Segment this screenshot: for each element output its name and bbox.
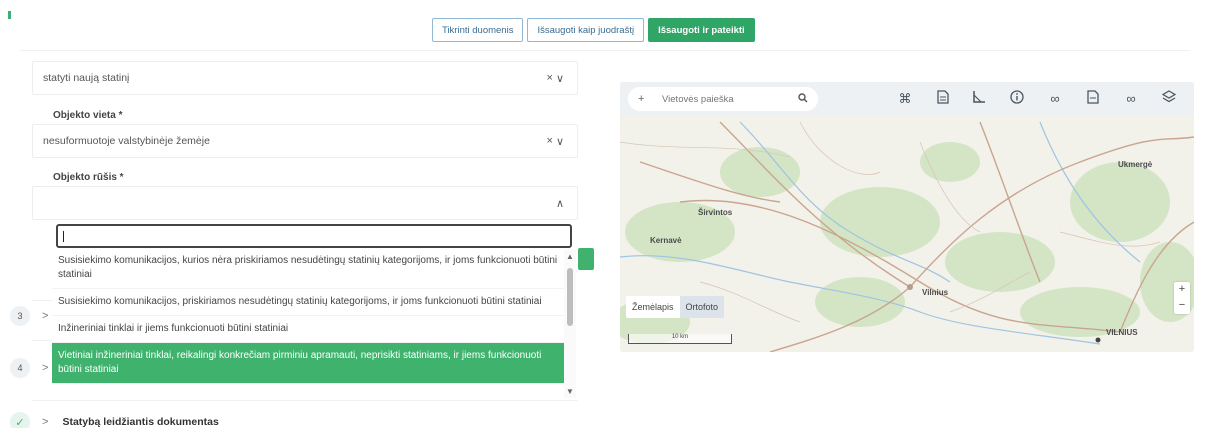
layers-icon[interactable] <box>1160 90 1178 108</box>
select-value: statyti naują statinį <box>43 72 130 84</box>
save-draft-button[interactable]: Išsaugoti kaip juodraštį <box>527 18 645 42</box>
measure-icon[interactable] <box>970 90 988 108</box>
zoom-control: + − <box>1174 282 1190 314</box>
step-label: Statybą leidžiantis dokumentas <box>62 416 219 428</box>
map-label: VILNIUS <box>1106 328 1138 337</box>
clear-icon[interactable]: × <box>547 135 556 147</box>
divider <box>20 50 1190 51</box>
add-button[interactable] <box>578 248 594 270</box>
step-number: 4 <box>10 358 30 378</box>
dropdown-option-selected[interactable]: Vietiniai inžineriniai tinklai, reikalin… <box>52 343 564 384</box>
dropdown-options: Susisiekimo komunikacijos, kurios nėra p… <box>52 248 564 384</box>
check-icon: ✓ <box>10 412 30 428</box>
chevron-right-icon[interactable]: > <box>42 310 48 322</box>
layer-map-tab[interactable]: Žemėlapis <box>626 296 680 318</box>
zoom-out-button[interactable]: − <box>1174 298 1190 314</box>
map-search-box[interactable]: + <box>628 87 818 111</box>
select-value: nesuformuotoje valstybinėje žemėje <box>43 135 210 147</box>
save-submit-button[interactable]: Išsaugoti ir pateikti <box>648 18 755 42</box>
chevron-down-icon[interactable]: ∨ <box>556 72 567 85</box>
location-select[interactable]: nesuformuotoje valstybinėje žemėje × ∨ <box>32 124 578 158</box>
map-layer-switcher: Žemėlapis Ortofoto <box>626 296 725 318</box>
file-icon[interactable] <box>1084 90 1102 108</box>
chevron-down-icon[interactable]: ∨ <box>556 135 567 148</box>
step-permit-document[interactable]: ✓ > Statybą leidžiantis dokumentas <box>10 412 219 428</box>
chevron-up-icon[interactable]: ∧ <box>556 197 567 210</box>
scrollbar-thumb[interactable] <box>567 268 573 326</box>
link-icon[interactable]: ∞ <box>1046 90 1064 108</box>
map-panel[interactable]: Ukmergė Širvintos Vilnius VILNIUS Kernav… <box>620 82 1194 352</box>
check-data-button[interactable]: Tikrinti duomenis <box>432 18 524 42</box>
clear-icon[interactable]: × <box>547 72 556 84</box>
scroll-down-icon[interactable]: ▼ <box>566 387 574 396</box>
document-icon[interactable] <box>934 90 952 108</box>
map-label: Širvintos <box>698 208 733 217</box>
dropdown-option[interactable]: Inžineriniai tinklai ir jiems funkcionuo… <box>52 316 564 343</box>
info-icon[interactable] <box>1008 90 1026 108</box>
dropdown-search-input[interactable] <box>56 224 572 248</box>
zoom-in-button[interactable]: + <box>1174 282 1190 298</box>
chain-icon[interactable]: ∞ <box>1122 90 1140 108</box>
object-type-dropdown: Susisiekimo komunikacijos, kurios nėra p… <box>52 222 578 400</box>
object-type-select[interactable]: ∧ <box>32 186 578 220</box>
map-search-input[interactable] <box>662 93 798 105</box>
top-action-bar: Tikrinti duomenis Išsaugoti kaip juodraš… <box>432 18 755 42</box>
divider <box>32 400 578 401</box>
object-type-label: Objekto rūšis * <box>53 172 124 183</box>
chevron-right-icon[interactable]: > <box>42 416 48 428</box>
dropdown-scrollbar[interactable]: ▲ ▼ <box>564 250 576 398</box>
dropdown-option[interactable]: Susisiekimo komunikacijos, kurios nėra p… <box>52 248 564 289</box>
map-scale-bar: 10 km <box>628 334 732 344</box>
construction-type-select[interactable]: statyti naują statinį × ∨ <box>32 61 578 95</box>
layer-ortho-tab[interactable]: Ortofoto <box>679 296 725 318</box>
search-icon[interactable] <box>798 92 808 106</box>
expand-icon[interactable]: ⌘ <box>896 90 914 108</box>
location-label: Objekto vieta * <box>53 110 123 121</box>
plus-icon[interactable]: + <box>638 93 652 105</box>
dropdown-option[interactable]: Susisiekimo komunikacijos, priskiriamos … <box>52 289 564 316</box>
status-marker <box>8 11 11 19</box>
map-label: Kernavė <box>650 236 682 245</box>
map-label: Vilnius <box>922 288 949 297</box>
scroll-up-icon[interactable]: ▲ <box>566 252 574 261</box>
step-number: 3 <box>10 306 30 326</box>
map-toolbar: + ⌘ ∞ ∞ <box>620 82 1194 116</box>
chevron-right-icon[interactable]: > <box>42 362 48 374</box>
text-cursor <box>63 231 64 242</box>
map-label: Ukmergė <box>1118 160 1153 169</box>
